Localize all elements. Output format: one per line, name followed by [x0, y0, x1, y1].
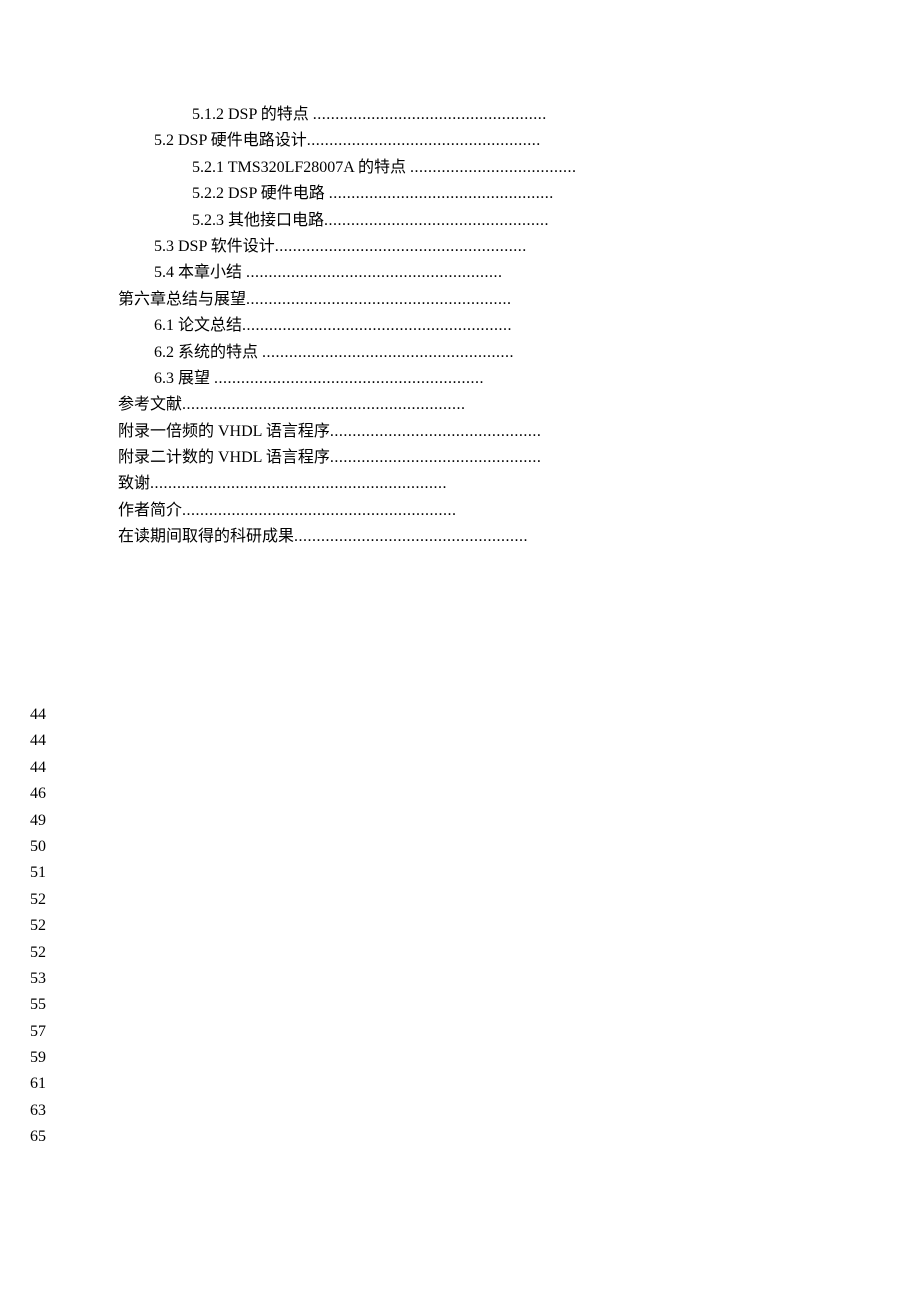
page-number: 51: [30, 860, 46, 886]
page-number: 63: [30, 1098, 46, 1124]
toc-entry: 参考文献....................................…: [118, 392, 798, 418]
toc-label: 6.3 展望: [154, 370, 214, 387]
page-number: 46: [30, 781, 46, 807]
toc-label: 第六章总结与展望: [118, 291, 246, 308]
page-number: 53: [30, 966, 46, 992]
toc-entry: 第六章总结与展望................................…: [118, 287, 798, 313]
toc-leader: ........................................…: [324, 212, 549, 229]
toc-label: 6.1 论文总结: [154, 317, 242, 334]
toc-label: 5.3 DSP 软件设计: [154, 238, 275, 255]
page-number: 44: [30, 728, 46, 754]
page-number: 55: [30, 992, 46, 1018]
toc-entry: 作者简介....................................…: [118, 498, 798, 524]
toc-entry: 6.1 论文总结................................…: [118, 313, 798, 339]
toc-label: 附录一倍频的 VHDL 语言程序: [118, 423, 330, 440]
page-number: 44: [30, 702, 46, 728]
toc-entry: 6.2 系统的特点 ..............................…: [118, 340, 798, 366]
toc-leader: ........................................…: [294, 528, 528, 545]
toc-entry: 5.2.3 其他接口电路............................…: [118, 208, 798, 234]
toc-label: 6.2 系统的特点: [154, 344, 262, 361]
toc-label: 5.1.2 DSP 的特点: [192, 106, 313, 123]
page-number: 49: [30, 808, 46, 834]
page-number: 52: [30, 913, 46, 939]
toc-entry: 致谢......................................…: [118, 471, 798, 497]
page-number: 57: [30, 1019, 46, 1045]
toc-leader: ........................................…: [330, 423, 542, 440]
toc-leader: ........................................…: [150, 475, 447, 492]
toc-label: 致谢: [118, 475, 150, 492]
toc-leader: ........................................…: [242, 317, 512, 334]
toc-leader: ........................................…: [262, 344, 514, 361]
page-number: 59: [30, 1045, 46, 1071]
toc-entry: 6.3 展望 .................................…: [118, 366, 798, 392]
toc-label: 附录二计数的 VHDL 语言程序: [118, 449, 330, 466]
toc-leader: ........................................…: [214, 370, 484, 387]
toc-entry: 5.1.2 DSP 的特点 ..........................…: [118, 102, 798, 128]
toc-leader: .....................................: [410, 159, 577, 176]
toc-entry: 在读期间取得的科研成果.............................…: [118, 524, 798, 550]
toc-leader: ........................................…: [307, 132, 541, 149]
toc-entry: 5.2 DSP 硬件电路设计..........................…: [118, 128, 798, 154]
toc-entry: 附录一倍频的 VHDL 语言程序........................…: [118, 419, 798, 445]
toc-entry: 5.2.2 DSP 硬件电路 .........................…: [118, 181, 798, 207]
toc-label: 作者简介: [118, 502, 182, 519]
toc-label: 5.4 本章小结: [154, 264, 246, 281]
toc-entry: 5.3 DSP 软件设计............................…: [118, 234, 798, 260]
toc-leader: ........................................…: [275, 238, 527, 255]
toc-leader: ........................................…: [330, 449, 542, 466]
toc-leader: ........................................…: [182, 502, 457, 519]
page-number: 44: [30, 755, 46, 781]
toc-entry: 5.4 本章小结 ...............................…: [118, 260, 798, 286]
page-number: 50: [30, 834, 46, 860]
toc-leader: ........................................…: [246, 291, 512, 308]
toc-label: 5.2.2 DSP 硬件电路: [192, 185, 329, 202]
toc-label: 5.2 DSP 硬件电路设计: [154, 132, 307, 149]
toc-leader: ........................................…: [313, 106, 547, 123]
table-of-contents: 5.1.2 DSP 的特点 ..........................…: [118, 102, 798, 551]
toc-leader: ........................................…: [246, 264, 503, 281]
toc-label: 参考文献: [118, 396, 182, 413]
toc-label: 5.2.1 TMS320LF28007A 的特点: [192, 159, 410, 176]
toc-entry: 附录二计数的 VHDL 语言程序........................…: [118, 445, 798, 471]
toc-leader: ........................................…: [182, 396, 466, 413]
page-number: 52: [30, 887, 46, 913]
toc-label: 5.2.3 其他接口电路: [192, 212, 324, 229]
toc-leader: ........................................…: [329, 185, 554, 202]
page-number: 65: [30, 1124, 46, 1150]
toc-entry: 5.2.1 TMS320LF28007A 的特点 ...............…: [118, 155, 798, 181]
page-number: 52: [30, 940, 46, 966]
toc-label: 在读期间取得的科研成果: [118, 528, 294, 545]
page-number: 61: [30, 1071, 46, 1097]
page-numbers-column: 44 44 44 46 49 50 51 52 52 52 53 55 57 5…: [30, 702, 46, 1151]
